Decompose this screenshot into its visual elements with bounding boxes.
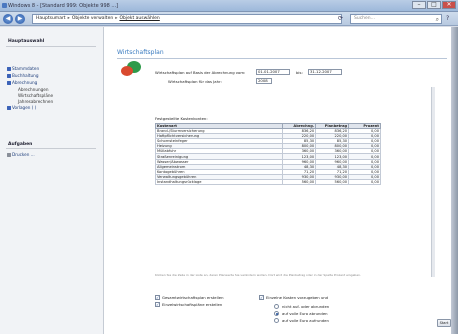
table-row[interactable]: Instandhaltungsrücklage 560,00 560,00 0,00 xyxy=(154,178,381,186)
search-input[interactable]: Suchen... ⌕ xyxy=(350,14,442,24)
content-pane: Wirtschaftsplan Wirtschaftsplan auf Basi… xyxy=(105,27,458,334)
close-button[interactable]: ✕ xyxy=(442,1,456,9)
app-icon xyxy=(2,3,7,8)
radio-no-rounding[interactable] xyxy=(274,304,279,309)
breadcrumb-separator: ▸ xyxy=(115,16,118,21)
sidebar-item-buchhaltung[interactable]: Buchhaltung xyxy=(12,73,38,78)
sidebar-section-title: Aufgaben xyxy=(8,142,33,147)
address-bar: ◀ ▶ Hauptsumart ▸ Objekte verwalten ▸ Objekt… xyxy=(0,12,458,26)
radio-label: auf volle Euro aufrunden xyxy=(282,318,329,323)
table-cell: 560,00 xyxy=(282,178,317,186)
breadcrumb-item[interactable]: Objekte verwalten xyxy=(72,16,113,21)
breadcrumb[interactable]: Hauptsumart ▸ Objekte verwalten ▸ Objekt aus… xyxy=(32,14,342,24)
folder-icon xyxy=(7,81,11,85)
kosten-label: Einzelne Kosten vorzugeben und xyxy=(266,295,329,300)
gesamt-checkbox[interactable]: ✓ xyxy=(155,295,160,300)
sidebar-item-jahresabrechnen[interactable]: Jahresabrechnen xyxy=(18,99,53,104)
table-cell: 560,00 xyxy=(315,178,350,186)
year-label: Wirtschaftsplan für das Jahr: xyxy=(168,79,222,84)
title-bar: Windows 8 - [Standard 999: Objekte 998 .… xyxy=(0,0,458,12)
folder-icon xyxy=(7,74,11,78)
app-logo xyxy=(121,61,149,79)
search-placeholder: Suchen... xyxy=(354,16,375,21)
refresh-icon[interactable]: ⟳ xyxy=(338,15,343,22)
sidebar-item-vorlagen[interactable]: Vorlagen ( ) xyxy=(12,105,36,110)
bis-label: bis: xyxy=(296,70,303,75)
minimize-button[interactable]: – xyxy=(412,1,426,9)
radio-label: nicht auf- oder abrunden xyxy=(282,304,330,309)
breadcrumb-item[interactable]: Objekt auswählen xyxy=(119,16,159,21)
scrollbar[interactable] xyxy=(431,87,435,277)
forward-button[interactable]: ▶ xyxy=(15,14,25,24)
radio-round-up[interactable] xyxy=(274,318,279,323)
sidebar-item-wirtschaftsplaene[interactable]: Wirtschaftspläne xyxy=(18,93,53,98)
window-title: Windows 8 - [Standard 999: Objekte 998 .… xyxy=(8,3,119,9)
back-button[interactable]: ◀ xyxy=(3,14,13,24)
main-area: Hauptauswahl Stammdaten Buchhaltung Abre… xyxy=(0,27,458,334)
sidebar-item-abrechnung[interactable]: Abrechnung xyxy=(12,80,37,85)
hint-text: Klicken Sie die Zeile in der Liste an, d… xyxy=(155,273,362,277)
printer-icon xyxy=(7,153,11,157)
divider xyxy=(6,148,96,149)
einzel-label: Einzelwirtschaftspläne erstellen xyxy=(162,302,223,307)
table-title: Festgestellte Kostenkonten: xyxy=(155,116,208,121)
table-cell: 0,00 xyxy=(348,178,381,186)
start-button[interactable]: Start xyxy=(437,319,451,327)
breadcrumb-item[interactable]: Hauptsumart xyxy=(36,16,66,21)
divider xyxy=(6,46,96,47)
sidebar-item-stammdaten[interactable]: Stammdaten xyxy=(12,66,39,71)
cost-table[interactable]: Kostenart Abrechng. Planbetrag Prozent B… xyxy=(154,123,381,186)
breadcrumb-separator: ▸ xyxy=(67,16,70,21)
einzel-checkbox[interactable]: ✓ xyxy=(155,302,160,307)
search-icon[interactable]: ⌕ xyxy=(436,16,439,23)
year-field[interactable]: 2008 xyxy=(256,78,272,84)
folder-icon xyxy=(7,106,11,110)
divider xyxy=(117,58,447,59)
basis-label: Wirtschaftsplan auf Basis der Abrechnung… xyxy=(155,70,246,75)
sidebar: Hauptauswahl Stammdaten Buchhaltung Abre… xyxy=(0,27,104,334)
date-from-field[interactable]: 01.01.2007 xyxy=(256,69,290,75)
table-cell: Instandhaltungsrücklage xyxy=(154,178,284,186)
task-drucken[interactable]: Drucken ... xyxy=(12,152,35,157)
sidebar-item-abrechnungen[interactable]: Abrechnungen xyxy=(18,87,49,92)
window-controls: – □ ✕ xyxy=(412,1,456,9)
kosten-checkbox[interactable]: ✓ xyxy=(259,295,264,300)
maximize-button[interactable]: □ xyxy=(427,1,441,9)
help-icon[interactable]: ? xyxy=(446,15,449,22)
logo-shape-red xyxy=(121,66,133,76)
radio-label: auf volle Euro abrunden xyxy=(282,311,328,316)
date-to-field[interactable]: 31.12.2007 xyxy=(308,69,342,75)
window-edge xyxy=(451,27,458,334)
page-title: Wirtschaftsplan xyxy=(117,49,164,56)
radio-round-down[interactable] xyxy=(274,311,279,316)
sidebar-section-title: Hauptauswahl xyxy=(8,39,45,44)
folder-icon xyxy=(7,67,11,71)
gesamt-label: Gesamtwirtschaftsplan erstellen xyxy=(162,295,224,300)
